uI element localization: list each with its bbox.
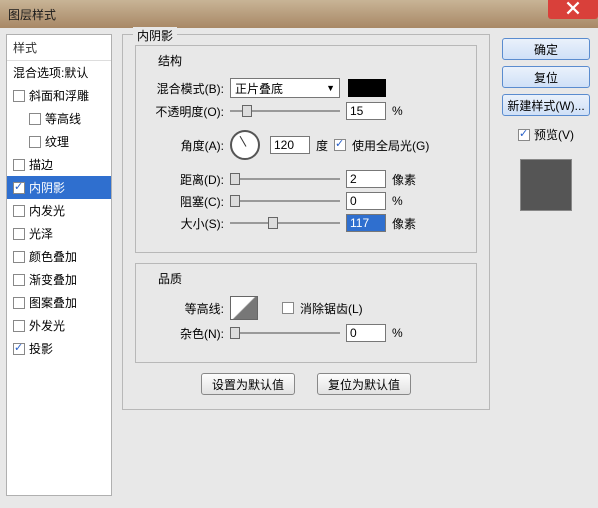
sidebar-item[interactable]: 内阴影 bbox=[7, 176, 111, 199]
size-slider[interactable] bbox=[230, 216, 340, 230]
sidebar-item-label: 内发光 bbox=[29, 202, 65, 219]
new-style-button[interactable]: 新建样式(W)... bbox=[502, 94, 590, 116]
sidebar-item[interactable]: 投影 bbox=[7, 337, 111, 360]
sidebar-checkbox[interactable] bbox=[13, 320, 25, 332]
sidebar-item-label: 外发光 bbox=[29, 317, 65, 334]
preview-swatch bbox=[520, 159, 572, 211]
blend-mode-value: 正片叠底 bbox=[235, 80, 283, 97]
contour-label: 等高线: bbox=[146, 300, 224, 317]
set-default-button[interactable]: 设置为默认值 bbox=[201, 373, 295, 395]
sidebar-checkbox[interactable] bbox=[29, 136, 41, 148]
distance-label: 距离(D): bbox=[146, 171, 224, 188]
sidebar-item[interactable]: 描边 bbox=[7, 153, 111, 176]
reset-default-button[interactable]: 复位为默认值 bbox=[317, 373, 411, 395]
quality-legend: 品质 bbox=[154, 270, 186, 287]
opacity-label: 不透明度(O): bbox=[146, 103, 224, 120]
percent-unit-3: % bbox=[392, 326, 426, 340]
choke-label: 阻塞(C): bbox=[146, 193, 224, 210]
sidebar-item-label: 纹理 bbox=[45, 133, 69, 150]
sidebar-item-label: 内阴影 bbox=[29, 179, 65, 196]
noise-label: 杂色(N): bbox=[146, 325, 224, 342]
sidebar-item-label: 混合选项:默认 bbox=[13, 64, 88, 81]
shadow-color-swatch[interactable] bbox=[348, 79, 386, 97]
sidebar-item-label: 斜面和浮雕 bbox=[29, 87, 89, 104]
close-button[interactable] bbox=[548, 0, 598, 19]
sidebar-item[interactable]: 内发光 bbox=[7, 199, 111, 222]
noise-slider[interactable] bbox=[230, 326, 340, 340]
sidebar-checkbox[interactable] bbox=[13, 90, 25, 102]
inner-shadow-panel: 内阴影 结构 混合模式(B): 正片叠底 ▼ 不透明度(O): % bbox=[122, 34, 490, 410]
sidebar-checkbox[interactable] bbox=[13, 182, 25, 194]
sidebar-item-label: 颜色叠加 bbox=[29, 248, 77, 265]
sidebar-item-label: 描边 bbox=[29, 156, 53, 173]
sidebar-checkbox[interactable] bbox=[13, 343, 25, 355]
preview-checkbox[interactable] bbox=[518, 129, 530, 141]
percent-unit: % bbox=[392, 104, 426, 118]
size-label: 大小(S): bbox=[146, 215, 224, 232]
blend-mode-combo[interactable]: 正片叠底 ▼ bbox=[230, 78, 340, 98]
sidebar-item[interactable]: 斜面和浮雕 bbox=[7, 84, 111, 107]
px-unit: 像素 bbox=[392, 171, 426, 188]
panel-title: 内阴影 bbox=[133, 27, 177, 44]
sidebar-checkbox[interactable] bbox=[29, 113, 41, 125]
sidebar-checkbox[interactable] bbox=[13, 228, 25, 240]
structure-group: 结构 混合模式(B): 正片叠底 ▼ 不透明度(O): % 角度( bbox=[135, 45, 477, 253]
quality-group: 品质 等高线: 消除锯齿(L) 杂色(N): % bbox=[135, 263, 477, 363]
sidebar-item-label: 渐变叠加 bbox=[29, 271, 77, 288]
distance-slider[interactable] bbox=[230, 172, 340, 186]
choke-slider[interactable] bbox=[230, 194, 340, 208]
sidebar-checkbox[interactable] bbox=[13, 159, 25, 171]
sidebar-item[interactable]: 图案叠加 bbox=[7, 291, 111, 314]
title-bar: 图层样式 bbox=[0, 0, 598, 28]
angle-unit: 度 bbox=[316, 137, 328, 154]
close-icon bbox=[566, 1, 580, 15]
sidebar-item[interactable]: 外发光 bbox=[7, 314, 111, 337]
sidebar-item[interactable]: 等高线 bbox=[7, 107, 111, 130]
preview-label: 预览(V) bbox=[534, 126, 574, 143]
angle-dial[interactable] bbox=[230, 130, 260, 160]
angle-input[interactable] bbox=[270, 136, 310, 154]
sidebar-item[interactable]: 渐变叠加 bbox=[7, 268, 111, 291]
antialias-checkbox[interactable] bbox=[282, 302, 294, 314]
size-input[interactable] bbox=[346, 214, 386, 232]
opacity-input[interactable] bbox=[346, 102, 386, 120]
chevron-down-icon: ▼ bbox=[326, 83, 335, 93]
px-unit-2: 像素 bbox=[392, 215, 426, 232]
sidebar-item[interactable]: 混合选项:默认 bbox=[7, 61, 111, 84]
ok-button[interactable]: 确定 bbox=[502, 38, 590, 60]
sidebar-checkbox[interactable] bbox=[13, 205, 25, 217]
global-light-label: 使用全局光(G) bbox=[352, 137, 429, 154]
sidebar-item[interactable]: 颜色叠加 bbox=[7, 245, 111, 268]
global-light-checkbox[interactable] bbox=[334, 139, 346, 151]
style-sidebar: 样式 混合选项:默认斜面和浮雕等高线纹理描边内阴影内发光光泽颜色叠加渐变叠加图案… bbox=[6, 34, 112, 496]
distance-input[interactable] bbox=[346, 170, 386, 188]
sidebar-checkbox[interactable] bbox=[13, 274, 25, 286]
angle-label: 角度(A): bbox=[146, 137, 224, 154]
noise-input[interactable] bbox=[346, 324, 386, 342]
sidebar-checkbox[interactable] bbox=[13, 251, 25, 263]
sidebar-checkbox[interactable] bbox=[13, 297, 25, 309]
window-title: 图层样式 bbox=[8, 6, 56, 23]
antialias-label: 消除锯齿(L) bbox=[300, 300, 363, 317]
sidebar-item[interactable]: 纹理 bbox=[7, 130, 111, 153]
cancel-button[interactable]: 复位 bbox=[502, 66, 590, 88]
sidebar-item-label: 光泽 bbox=[29, 225, 53, 242]
sidebar-item[interactable]: 光泽 bbox=[7, 222, 111, 245]
percent-unit-2: % bbox=[392, 194, 426, 208]
contour-picker[interactable] bbox=[230, 296, 258, 320]
sidebar-item-label: 投影 bbox=[29, 340, 53, 357]
choke-input[interactable] bbox=[346, 192, 386, 210]
sidebar-item-label: 图案叠加 bbox=[29, 294, 77, 311]
sidebar-item-label: 等高线 bbox=[45, 110, 81, 127]
sidebar-header: 样式 bbox=[7, 35, 111, 61]
structure-legend: 结构 bbox=[154, 52, 186, 69]
opacity-slider[interactable] bbox=[230, 104, 340, 118]
blend-mode-label: 混合模式(B): bbox=[146, 80, 224, 97]
